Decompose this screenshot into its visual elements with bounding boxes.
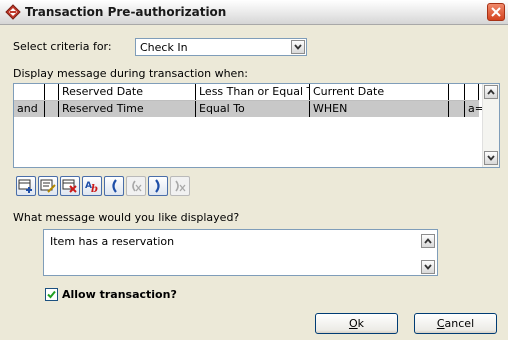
chevron-up-icon [487, 89, 495, 95]
close-paren-button[interactable] [148, 176, 168, 196]
operator-cell: Equal To [196, 101, 310, 117]
checkmark-icon [47, 290, 56, 299]
allow-transaction-label[interactable]: Allow transaction? [62, 288, 177, 301]
conj-cell: and [14, 101, 45, 117]
cancel-mnemonic: C [436, 317, 445, 330]
conj-cell [14, 84, 45, 100]
criteria-dropdown[interactable]: Check In [135, 38, 307, 56]
field-cell: Reserved Time [59, 101, 196, 117]
criteria-value: Check In [140, 41, 188, 54]
chevron-down-icon [424, 264, 432, 270]
message-question: What message would you like displayed? [13, 211, 240, 224]
spacer-cell [45, 101, 59, 117]
remove-open-paren-icon [132, 180, 142, 192]
tag-cell [465, 84, 479, 100]
cancel-button[interactable]: Cancel [414, 313, 497, 334]
extra-cell [449, 84, 465, 100]
criteria-dropdown-button[interactable] [291, 40, 305, 54]
remove-close-paren-icon [175, 180, 186, 192]
message-text: Item has a reservation [50, 235, 175, 248]
message-scroll-down[interactable] [421, 260, 435, 274]
close-button[interactable] [487, 3, 505, 21]
ok-button[interactable]: Ok [315, 313, 398, 334]
extra-cell [449, 101, 465, 117]
close-paren-icon [155, 179, 160, 193]
spell-check-button[interactable]: A b [82, 176, 102, 196]
scroll-up-button[interactable] [484, 85, 498, 99]
field-cell: Reserved Date [59, 84, 196, 100]
message-textarea[interactable]: Item has a reservation [43, 229, 438, 276]
add-row-icon [18, 179, 32, 193]
allow-transaction-checkbox[interactable] [45, 288, 58, 301]
scroll-down-button[interactable] [484, 151, 498, 165]
open-paren-icon [112, 179, 117, 193]
title-bar: Transaction Pre-authorization [0, 0, 508, 25]
table-row[interactable]: Reserved Date Less Than or Equal To Curr… [14, 84, 479, 100]
delete-row-icon [62, 179, 77, 193]
cancel-label-rest: ancel [444, 317, 475, 330]
close-icon [491, 7, 501, 17]
remove-close-paren-button[interactable] [170, 176, 190, 196]
window-title: Transaction Pre-authorization [25, 5, 227, 19]
spell-check-icon: A b [85, 181, 98, 194]
remove-open-paren-button[interactable] [126, 176, 146, 196]
spacer-cell [45, 84, 59, 100]
chevron-down-icon [294, 44, 302, 50]
delete-condition-button[interactable] [60, 176, 80, 196]
operator-cell: Less Than or Equal To [196, 84, 310, 100]
chevron-down-icon [487, 155, 495, 161]
add-condition-button[interactable] [16, 176, 36, 196]
app-diamond-icon [5, 4, 21, 20]
table-scrollbar[interactable] [482, 84, 499, 167]
criteria-label: Select criteria for: [13, 40, 112, 53]
display-message-label: Display message during transaction when: [13, 67, 249, 80]
svg-text:b: b [91, 184, 98, 194]
value-cell: WHEN [310, 101, 449, 117]
open-paren-button[interactable] [104, 176, 124, 196]
ok-label-rest: k [357, 317, 365, 330]
table-row[interactable]: and Reserved Time Equal To WHEN a=A [14, 101, 491, 117]
ok-mnemonic: O [348, 317, 358, 330]
edit-condition-button[interactable] [38, 176, 58, 196]
edit-row-icon [40, 179, 56, 193]
value-cell: Current Date [310, 84, 449, 100]
message-scroll-up[interactable] [421, 234, 435, 248]
chevron-up-icon [424, 238, 432, 244]
conditions-table[interactable]: Reserved Date Less Than or Equal To Curr… [13, 83, 500, 168]
